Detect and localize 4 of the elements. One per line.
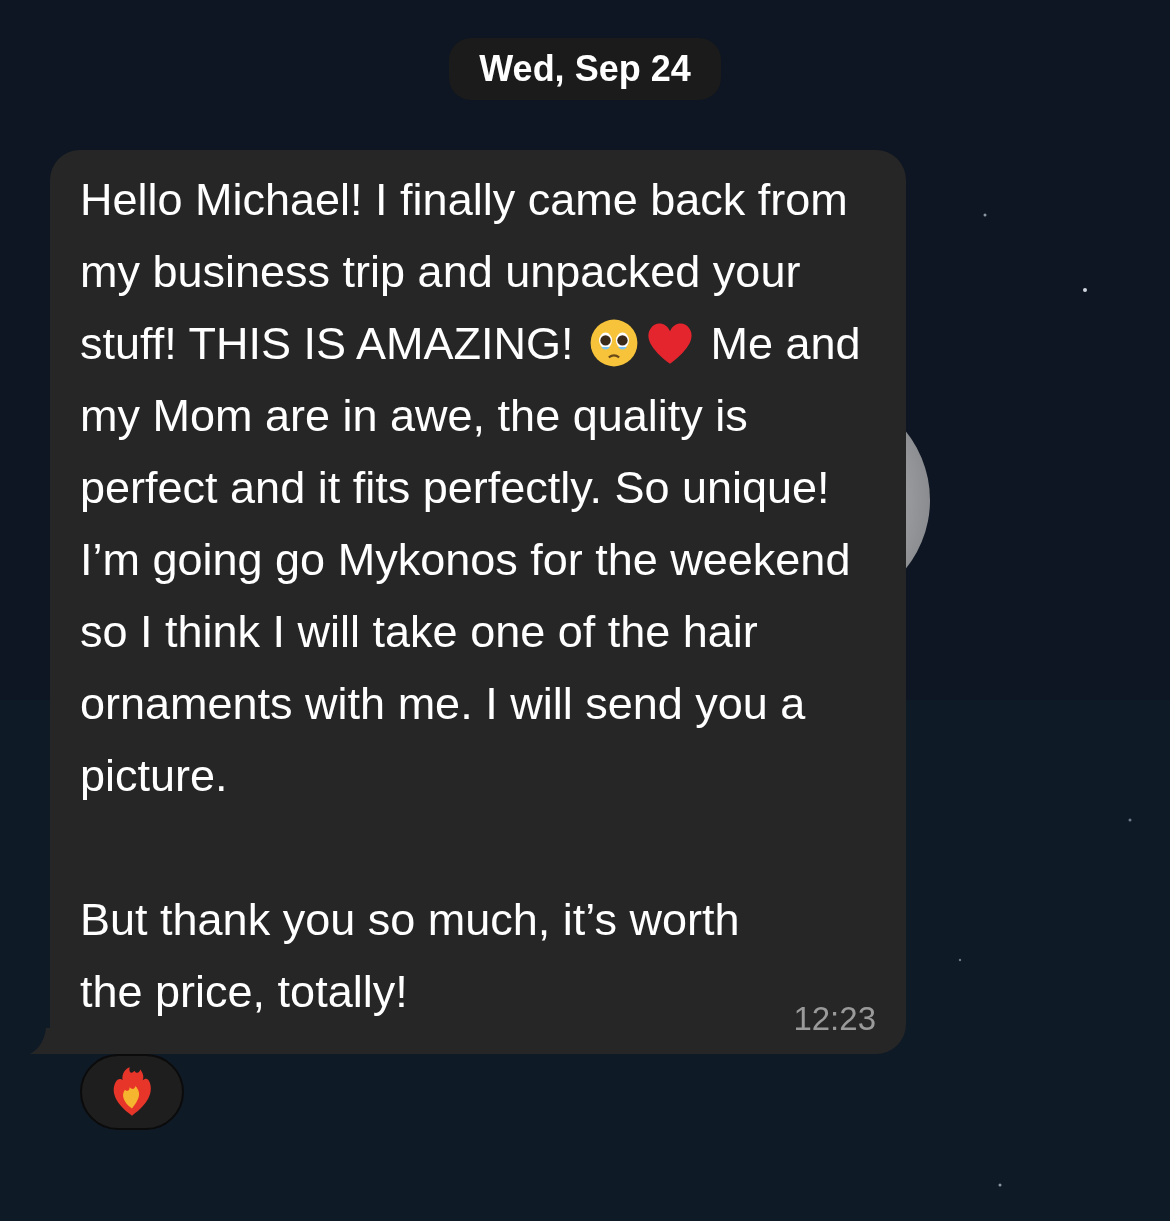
message-text: Hello Michael! I finally came back from my business trip and unpacked your stuff! THIS IS AMAZING! Me and my Mom are in awe, the quality is perfect and it fits perfectly. So unique! I’m going go Mykonos for the weekend so I think I will take one of the hair ornaments with me. I will send you a picture. (80, 173, 862, 803)
message-time: 12:23 (793, 1000, 876, 1038)
message-text: But thank you so much, it’s worth the price, totally! (80, 893, 741, 1019)
date-label: Wed, Sep 24 (449, 38, 721, 100)
